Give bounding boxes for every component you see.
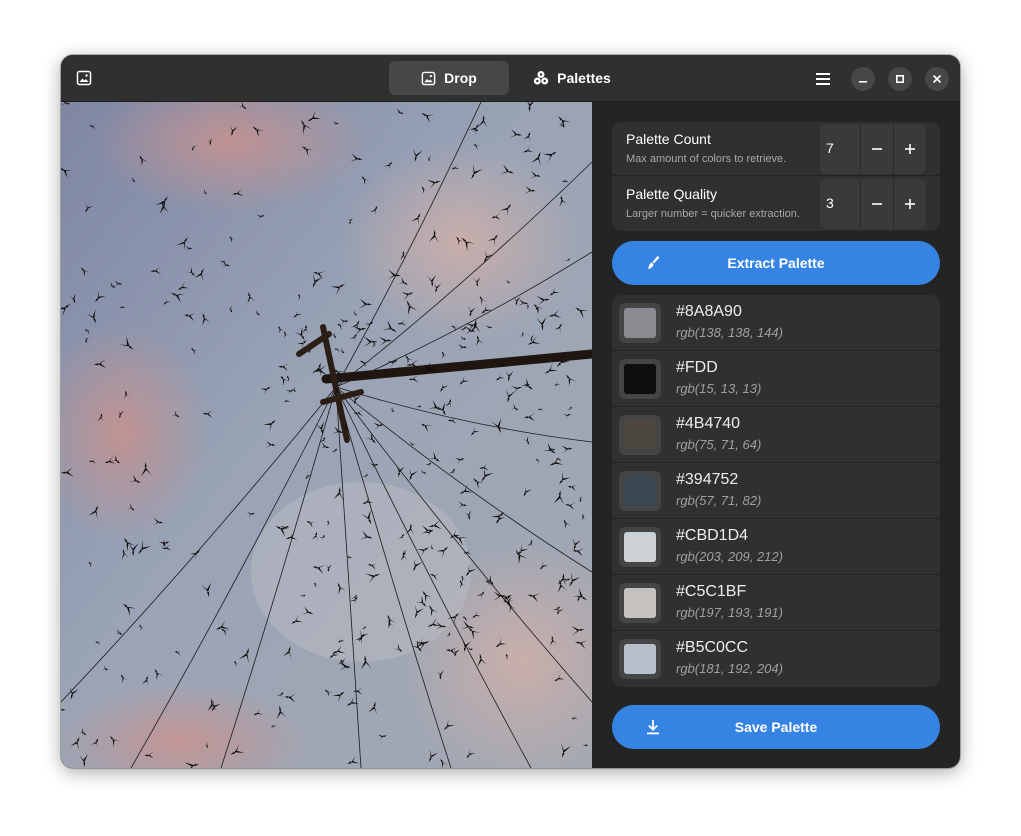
color-rgb: rgb(197, 193, 191) [676,605,783,620]
minus-icon [872,203,882,205]
app-window: Drop Palettes Palette Count Max amount o… [61,55,960,768]
palette-count-decrement-button[interactable] [860,124,893,174]
plus-icon [905,144,915,154]
palette-count-title: Palette Count [626,131,711,147]
plus-icon [905,199,915,209]
color-swatch-button[interactable] [619,415,661,455]
color-swatch-button[interactable] [619,303,661,343]
color-swatch-button[interactable] [619,471,661,511]
color-rgb: rgb(138, 138, 144) [676,325,783,340]
palette-color-row[interactable]: #394752 rgb(57, 71, 82) [612,463,940,519]
palette-color-row[interactable]: #4B4740 rgb(75, 71, 64) [612,407,940,463]
extract-palette-button[interactable]: Extract Palette [612,241,940,285]
download-icon [644,718,662,736]
color-swatch [624,308,656,338]
tab-label: Drop [444,70,477,86]
tab-palettes[interactable]: Palettes [519,61,625,95]
save-palette-button[interactable]: Save Palette [612,705,940,749]
color-swatch [624,532,656,562]
tab-label: Palettes [557,70,611,86]
palette-count-spinner: 7 [820,124,926,174]
maximize-button[interactable] [888,67,912,91]
brush-icon [644,254,662,272]
color-hex: #394752 [676,471,739,488]
color-hex: #4B4740 [676,415,741,432]
save-palette-label: Save Palette [734,719,818,735]
palette-count-input[interactable]: 7 [820,124,860,174]
color-hex: #CBD1D4 [676,527,749,544]
color-rgb: rgb(57, 71, 82) [676,493,762,508]
palette-quality-decrement-button[interactable] [860,179,893,229]
palette-quality-subtitle: Larger number = quicker extraction. [626,208,800,220]
minimize-icon [859,81,867,83]
palette-count-subtitle: Max amount of colors to retrieve. [626,153,787,165]
palette-icon [533,70,549,86]
color-rgb: rgb(75, 71, 64) [676,437,762,452]
birds-photo [61,102,592,768]
color-swatch-button[interactable] [619,527,661,567]
tab-drop[interactable]: Drop [389,61,509,95]
palette-color-row[interactable]: #B5C0CC rgb(181, 192, 204) [612,631,940,687]
palette-color-row[interactable]: #CBD1D4 rgb(203, 209, 212) [612,519,940,575]
close-button[interactable] [925,67,949,91]
maximize-icon [895,74,905,84]
extract-palette-label: Extract Palette [727,255,825,271]
palette-color-row[interactable]: #8A8A90 rgb(138, 138, 144) [612,295,940,351]
color-rgb: rgb(15, 13, 13) [676,381,762,396]
color-hex: #8A8A90 [676,303,742,320]
color-swatch-button[interactable] [619,359,661,399]
color-hex: #C5C1BF [676,583,747,600]
minus-icon [872,148,882,150]
image-icon [421,71,436,86]
palette-count-row: Palette Count Max amount of colors to re… [612,122,940,176]
header-bar: Drop Palettes [61,55,960,102]
palette-quality-spinner: 3 [820,179,926,229]
color-swatch [624,476,656,506]
settings-card: Palette Count Max amount of colors to re… [612,122,940,231]
color-swatch [624,364,656,394]
palette-list: #8A8A90 rgb(138, 138, 144) #FDD rgb(15, 13,… [612,295,940,687]
palette-quality-title: Palette Quality [626,186,718,202]
palette-quality-row: Palette Quality Larger number = quicker … [612,177,940,231]
minimize-button[interactable] [851,67,875,91]
palette-quality-increment-button[interactable] [893,179,926,229]
image-icon [76,70,92,86]
color-rgb: rgb(203, 209, 212) [676,549,783,564]
color-swatch [624,588,656,618]
color-hex: #FDD [676,359,718,376]
palette-color-row[interactable]: #C5C1BF rgb(197, 193, 191) [612,575,940,631]
palette-count-increment-button[interactable] [893,124,926,174]
color-hex: #B5C0CC [676,639,749,656]
palette-color-row[interactable]: #FDD rgb(15, 13, 13) [612,351,940,407]
color-swatch [624,644,656,674]
color-swatch-button[interactable] [619,583,661,623]
color-swatch [624,420,656,450]
close-icon [932,74,942,84]
palette-quality-input[interactable]: 3 [820,179,860,229]
color-rgb: rgb(181, 192, 204) [676,661,783,676]
dropped-image[interactable] [61,102,592,768]
hamburger-icon [816,73,830,85]
color-swatch-button[interactable] [619,639,661,679]
main-menu-button[interactable] [811,67,835,91]
